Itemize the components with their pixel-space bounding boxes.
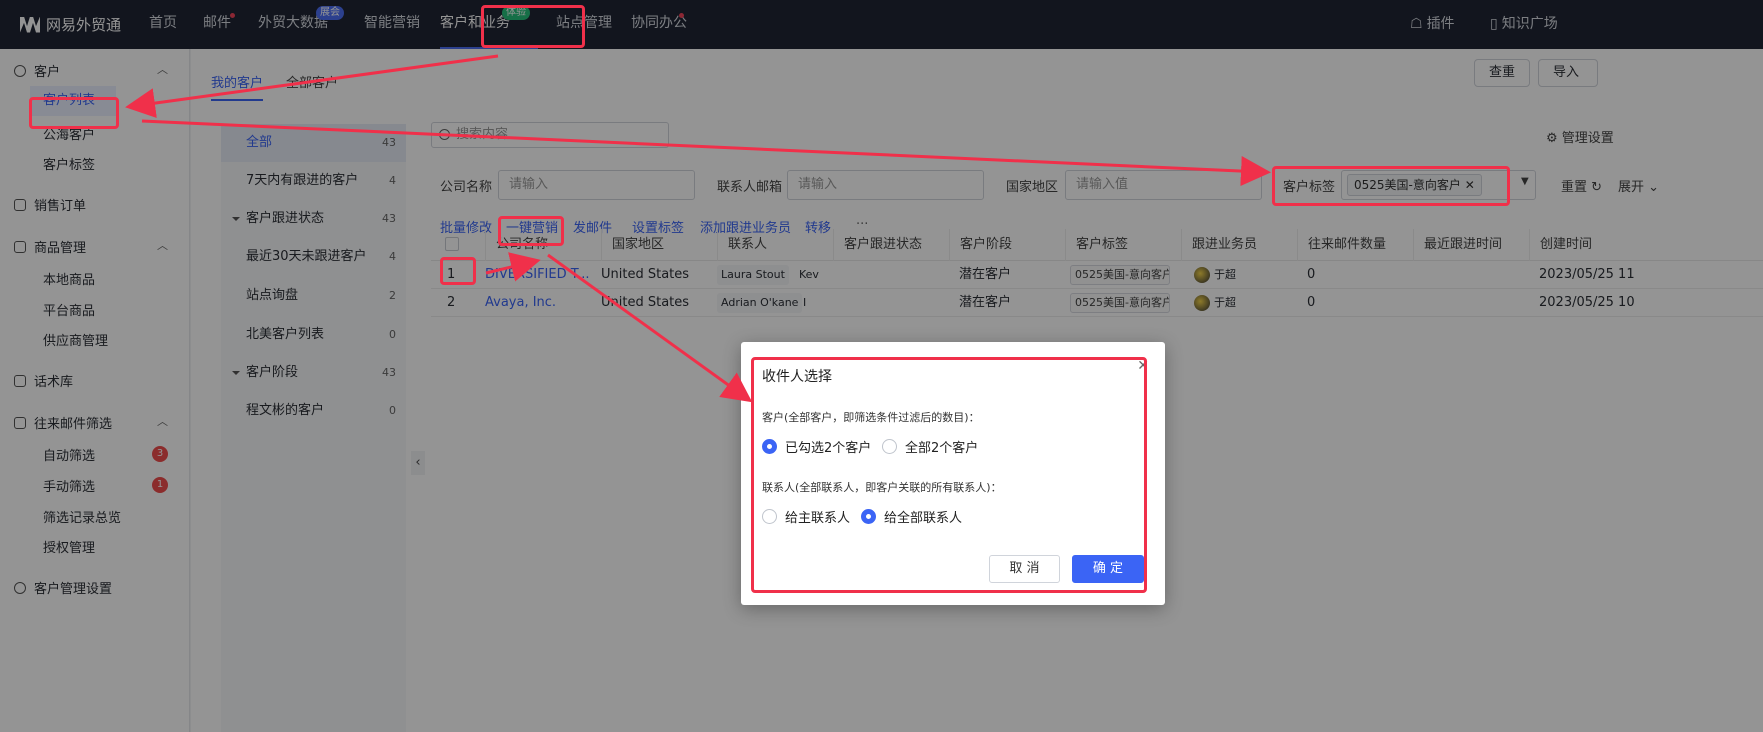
annotation-box-dialog [751,357,1147,593]
annotation-box-nav [481,5,585,48]
annotation-box-tag-filter [1272,166,1510,206]
annotation-box-checkbox [440,257,476,285]
annotation-box-one-click [498,216,564,246]
annotation-box-customer-list [29,97,119,129]
